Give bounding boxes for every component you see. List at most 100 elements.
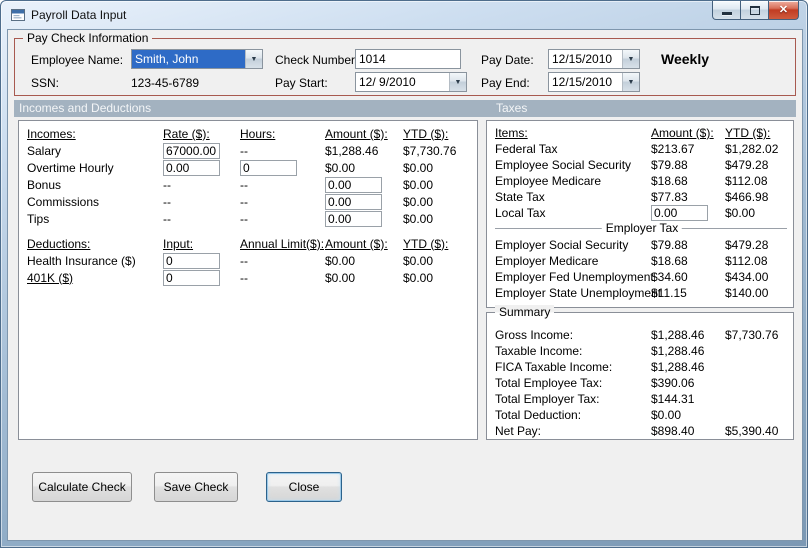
bonus-amount-cell [325, 176, 403, 193]
taxes-header-row: Items: Amount ($): YTD ($): [495, 125, 793, 141]
employer-medicare-label: Employer Medicare [495, 254, 599, 268]
overtime-amount-value: $0.00 [325, 160, 356, 175]
employer-ss-ytd: $479.28 [725, 238, 769, 252]
gross-income-row: Gross Income: $1,288.46 $7,730.76 [495, 327, 793, 343]
401k-input[interactable] [163, 269, 220, 286]
taxable-income-amount: $1,288.46 [651, 344, 705, 358]
total-employee-tax-label: Total Employee Tax: [495, 376, 603, 390]
window-title: Payroll Data Input [31, 8, 127, 22]
check-number-input[interactable] [355, 49, 461, 69]
tips-rate-value: -- [163, 211, 171, 226]
salary-rate-input[interactable] [163, 142, 220, 159]
state-tax-label: State Tax [495, 190, 545, 204]
bonus-hours-value: -- [240, 177, 248, 192]
salary-ytd-value: $7,730.76 [403, 143, 457, 158]
local-tax-ytd: $0.00 [725, 206, 756, 220]
health-insurance-input[interactable] [163, 252, 220, 269]
employee-medicare-label: Employee Medicare [495, 174, 602, 188]
commissions-rate-value: -- [163, 194, 171, 209]
health-insurance-ytd-value: $0.00 [403, 253, 434, 268]
health-insurance-limit-value: -- [240, 253, 248, 268]
401k-link[interactable]: 401K ($) [27, 271, 163, 285]
employer-medicare-amount: $18.68 [651, 254, 688, 268]
total-employer-tax-amount: $144.31 [651, 392, 695, 406]
federal-tax-amount: $213.67 [651, 142, 695, 156]
chevron-down-icon: ▼ [245, 50, 262, 68]
federal-tax-label: Federal Tax [495, 142, 558, 156]
ytd-col-header: YTD ($): [403, 126, 449, 141]
tips-amount-input[interactable] [325, 210, 382, 227]
commissions-ytd-value: $0.00 [403, 194, 434, 209]
minimize-icon [721, 12, 732, 15]
pay-date-picker[interactable]: 12/15/2010 ▼ [548, 49, 640, 69]
pay-end-value: 12/15/2010 [552, 75, 613, 89]
titlebar[interactable]: Payroll Data Input ✕ [1, 1, 807, 29]
overtime-ytd-value: $0.00 [403, 160, 434, 175]
save-check-button[interactable]: Save Check [154, 472, 238, 502]
calculate-check-button[interactable]: Calculate Check [32, 472, 132, 502]
pay-start-picker[interactable]: 12/ 9/2010 ▼ [355, 72, 467, 92]
federal-tax-row: Federal Tax $213.67 $1,282.02 [495, 141, 793, 157]
taxable-income-row: Taxable Income: $1,288.46 [495, 343, 793, 359]
input-col-header: Input: [163, 236, 194, 251]
total-employer-tax-label: Total Employer Tax: [495, 392, 600, 406]
items-col-header: Items: [495, 126, 528, 140]
client-area: Pay Check Information Employee Name: Smi… [7, 29, 803, 541]
net-pay-ytd: $5,390.40 [725, 424, 779, 438]
deduction-ytd-col-header: YTD ($): [403, 236, 449, 251]
overtime-hours-input[interactable] [240, 159, 297, 176]
pay-end-label: Pay End: [481, 76, 530, 90]
close-window-button[interactable]: ✕ [768, 1, 799, 20]
employer-state-unemployment-amount: $11.15 [651, 286, 687, 300]
employer-tax-group-label: Employer Tax [601, 221, 683, 235]
gross-income-amount: $1,288.46 [651, 328, 705, 342]
tips-amount-cell [325, 210, 403, 227]
taxes-panel: Items: Amount ($): YTD ($): Federal Tax … [486, 120, 794, 308]
check-number-label: Check Number: [275, 53, 359, 67]
minimize-button[interactable] [712, 1, 741, 20]
taxable-income-label: Taxable Income: [495, 344, 583, 358]
summary-group-label: Summary [495, 305, 555, 319]
salary-rate-cell [163, 142, 240, 159]
employer-fed-unemployment-row: Employer Fed Unemployment $34.60 $434.00 [495, 269, 793, 285]
employer-state-unemployment-row: Employer State Unemployment $11.15 $140.… [495, 285, 793, 301]
incomes-section-header: Incomes and Deductions [19, 101, 152, 115]
overtime-hours-cell [240, 159, 325, 176]
commissions-hours-value: -- [240, 194, 248, 209]
employer-ss-label: Employer Social Security [495, 238, 629, 252]
local-tax-row: Local Tax $0.00 [495, 205, 793, 221]
bonus-amount-input[interactable] [325, 176, 382, 193]
total-deduction-row: Total Deduction: $0.00 [495, 407, 793, 423]
employer-fed-unemployment-amount: $34.60 [651, 270, 688, 284]
close-button[interactable]: Close [266, 472, 342, 502]
state-tax-row: State Tax $77.83 $466.98 [495, 189, 793, 205]
app-icon[interactable] [10, 7, 26, 23]
paycheck-info-group: Pay Check Information Employee Name: Smi… [14, 31, 796, 96]
pay-frequency-label: Weekly [661, 51, 709, 67]
employee-ss-label: Employee Social Security [495, 158, 632, 172]
salary-amount-value: $1,288.46 [325, 143, 379, 158]
local-tax-cell [651, 205, 725, 221]
rate-col-header: Rate ($): [163, 126, 210, 141]
overtime-row: Overtime Hourly $0.00 $0.00 [27, 159, 477, 176]
local-tax-input[interactable] [651, 205, 708, 221]
deductions-col-header: Deductions: [27, 236, 91, 251]
commissions-amount-input[interactable] [325, 193, 382, 210]
employee-name-select[interactable]: Smith, John ▼ [131, 49, 263, 69]
employee-medicare-ytd: $112.08 [725, 174, 768, 188]
pay-end-picker[interactable]: 12/15/2010 ▼ [548, 72, 640, 92]
overtime-rate-input[interactable] [163, 159, 220, 176]
pay-date-label: Pay Date: [481, 53, 534, 67]
maximize-button[interactable] [740, 1, 769, 20]
total-employer-tax-row: Total Employer Tax: $144.31 [495, 391, 793, 407]
tips-ytd-value: $0.00 [403, 211, 434, 226]
salary-label: Salary [27, 143, 62, 158]
annual-limit-col-header: Annual Limit($): [240, 236, 325, 251]
employer-ss-amount: $79.88 [651, 238, 688, 252]
fica-taxable-income-amount: $1,288.46 [651, 360, 705, 374]
employee-medicare-amount: $18.68 [651, 174, 688, 188]
ssn-value: 123-45-6789 [131, 76, 200, 90]
local-tax-label: Local Tax [495, 206, 546, 220]
payroll-window: Payroll Data Input ✕ Pay Check Informati… [0, 0, 808, 548]
